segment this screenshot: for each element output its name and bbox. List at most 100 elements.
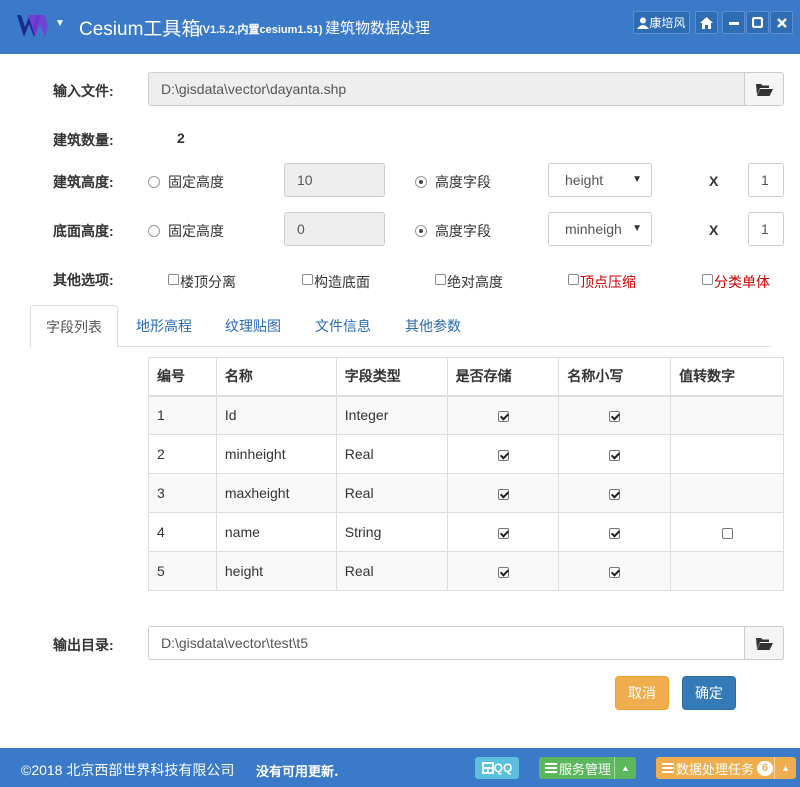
option-label: 绝对高度: [447, 274, 503, 290]
option-roof-separate[interactable]: 楼顶分离: [168, 272, 236, 292]
base-field-select[interactable]: minheigh ▼: [548, 212, 652, 246]
qq-label: QQ: [493, 761, 513, 775]
height-field-radio[interactable]: 高度字段: [415, 172, 491, 192]
height-fixed-input[interactable]: 10: [284, 163, 385, 197]
cell-lowercase-checkbox[interactable]: [609, 488, 621, 500]
cell-to-number-cell: [670, 512, 784, 552]
option-label: 顶点压缩: [580, 274, 636, 290]
cell-name: height: [215, 551, 337, 591]
caret-down-icon: ▼: [632, 223, 642, 234]
cell-lowercase-cell: [558, 395, 672, 435]
cell-store-checkbox[interactable]: [497, 566, 509, 578]
output-dir-group: D:\gisdata\vector\test\t5: [148, 626, 784, 660]
cell-store-checkbox[interactable]: [497, 411, 509, 423]
cell-lowercase-checkbox[interactable]: [609, 411, 621, 423]
user-button[interactable]: 康培风: [633, 11, 690, 34]
height-fixed-radio[interactable]: 固定高度: [148, 172, 224, 192]
option-vertex-compress[interactable]: 顶点压缩: [568, 272, 636, 292]
task-count-badge: 6: [757, 760, 774, 776]
qq-button[interactable]: QQ: [475, 757, 519, 779]
checkbox-icon: [435, 273, 446, 285]
minimize-button[interactable]: [722, 11, 745, 34]
status-bar: ©2018 北京西部世界科技有限公司 没有可用更新. QQ 服务管理 ▲ 数据处…: [0, 748, 800, 787]
service-label: 服务管理: [559, 761, 612, 777]
task-button[interactable]: 数据处理任务 6 ▲: [656, 757, 796, 779]
tab-field-list[interactable]: 字段列表: [30, 305, 118, 348]
col-header-to-number: 值转数字: [670, 357, 784, 397]
base-multiplier-input[interactable]: 1: [748, 212, 784, 246]
cell-store-cell: [446, 473, 560, 513]
height-multiplier-input[interactable]: 1: [748, 163, 784, 197]
tab-texture[interactable]: 纹理贴图: [210, 305, 296, 347]
cell-type: String: [335, 512, 448, 552]
height-multiply-x: X: [709, 173, 719, 189]
cell-lowercase-cell: [558, 434, 672, 474]
cell-store-cell: [446, 512, 560, 552]
input-file-field[interactable]: D:\gisdata\vector\dayanta.shp: [148, 72, 744, 106]
output-dir-label: 输出目录:: [53, 637, 114, 653]
height-field-text: 高度字段: [435, 174, 491, 190]
tab-other-params[interactable]: 其他参数: [390, 305, 476, 347]
option-absolute-height[interactable]: 绝对高度: [435, 272, 503, 292]
height-fixed-text: 固定高度: [168, 174, 224, 190]
cell-to-number-cell: [670, 434, 784, 474]
base-field-radio[interactable]: 高度字段: [415, 221, 491, 241]
service-manage-button[interactable]: 服务管理 ▲: [539, 757, 636, 779]
table-row: 1 Id Integer: [148, 395, 784, 435]
browse-output-button[interactable]: [744, 626, 784, 660]
app-logo-icon[interactable]: [16, 12, 48, 40]
cell-store-checkbox[interactable]: [497, 527, 509, 539]
height-field-select[interactable]: height ▼: [548, 163, 652, 197]
cell-name: minheight: [215, 434, 337, 474]
cell-store-checkbox[interactable]: [497, 449, 509, 461]
caret-up-icon[interactable]: ▲: [614, 757, 636, 779]
base-fixed-radio[interactable]: 固定高度: [148, 221, 224, 241]
cell-lowercase-cell: [558, 473, 672, 513]
base-fixed-input[interactable]: 0: [284, 212, 385, 246]
list-icon: [662, 763, 674, 773]
title-bar: ▼ Cesium工具箱 (V1.5.2,内置cesium1.51) 建筑物数据处…: [0, 0, 800, 54]
folder-open-icon: [755, 83, 773, 96]
cell-name: name: [215, 512, 337, 552]
task-label: 数据处理任务: [676, 761, 755, 777]
tab-terrain[interactable]: 地形高程: [121, 305, 207, 347]
building-height-label: 建筑高度:: [53, 174, 114, 190]
cell-to-number-checkbox[interactable]: [721, 527, 733, 539]
cell-store-checkbox[interactable]: [497, 488, 509, 500]
base-height-label: 底面高度:: [53, 223, 114, 239]
cell-lowercase-cell: [558, 512, 672, 552]
other-options-label: 其他选项:: [53, 272, 114, 288]
checkbox-icon: [568, 273, 579, 285]
checkbox-icon: [168, 273, 179, 285]
option-classify-single[interactable]: 分类单体: [702, 272, 770, 292]
cell-to-number-cell: [670, 473, 784, 513]
input-file-label: 输入文件:: [53, 83, 114, 99]
option-build-base[interactable]: 构造底面: [302, 272, 370, 292]
home-icon: [700, 16, 713, 29]
output-dir-field[interactable]: D:\gisdata\vector\test\t5: [148, 626, 744, 660]
minimize-icon: [728, 21, 739, 25]
caret-up-icon[interactable]: ▲: [774, 757, 796, 779]
checkbox-icon: [302, 273, 313, 285]
option-label: 楼顶分离: [180, 274, 236, 290]
base-field-text: 高度字段: [435, 223, 491, 239]
base-fixed-text: 固定高度: [168, 223, 224, 239]
cell-lowercase-checkbox[interactable]: [609, 566, 621, 578]
menu-caret-icon[interactable]: ▼: [55, 18, 65, 29]
height-field-value: height: [565, 172, 604, 188]
radio-off-icon: [148, 176, 160, 188]
cell-lowercase-checkbox[interactable]: [609, 527, 621, 539]
home-button[interactable]: [695, 11, 718, 34]
cell-lowercase-checkbox[interactable]: [609, 449, 621, 461]
cell-id: 4: [148, 512, 217, 552]
cell-type: Real: [335, 551, 448, 591]
maximize-button[interactable]: [746, 11, 769, 34]
close-button[interactable]: [770, 11, 793, 34]
browse-input-button[interactable]: [744, 72, 784, 106]
qq-icon: [481, 762, 494, 774]
tab-file-info[interactable]: 文件信息: [300, 305, 386, 347]
input-file-group: D:\gisdata\vector\dayanta.shp: [148, 72, 784, 106]
cancel-button[interactable]: 取消: [615, 676, 669, 710]
ok-button[interactable]: 确定: [682, 676, 736, 710]
col-header-id: 编号: [148, 357, 217, 397]
